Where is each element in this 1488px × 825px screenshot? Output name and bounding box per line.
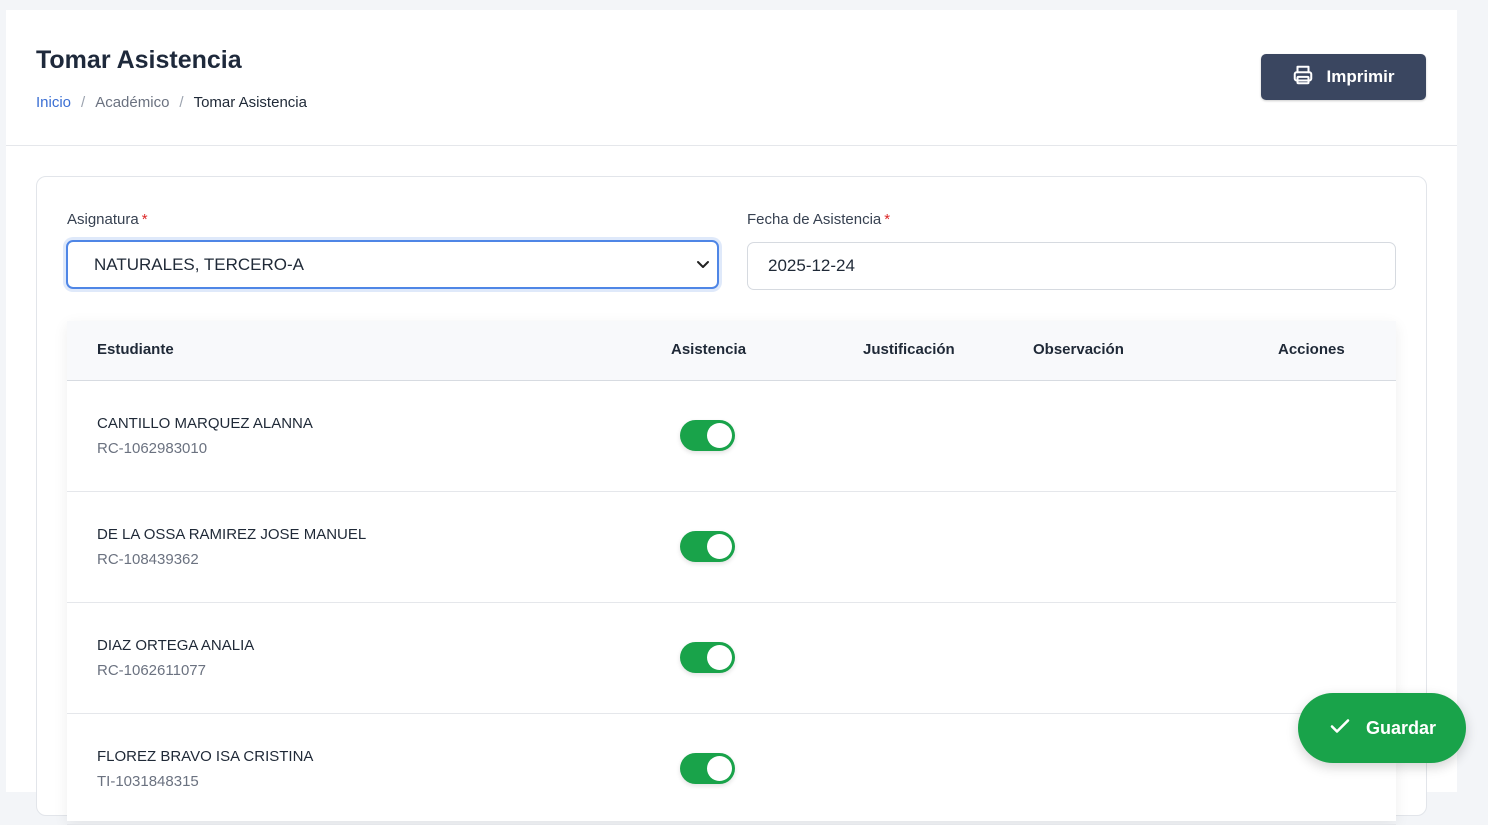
attendance-toggle[interactable] (680, 753, 735, 784)
save-button[interactable]: Guardar (1298, 693, 1466, 763)
breadcrumb-inicio[interactable]: Inicio (36, 94, 71, 111)
toggle-knob (707, 645, 732, 670)
breadcrumb-academico: Académico (95, 94, 170, 111)
attendance-toggle[interactable] (680, 420, 735, 451)
table-row: DE LA OSSA RAMIREZ JOSE MANUEL RC-108439… (67, 492, 1396, 603)
col-justificacion: Justificación (863, 341, 955, 358)
breadcrumb-separator: / (179, 94, 184, 111)
page-header: Tomar Asistencia Inicio / Académico / To… (6, 10, 1457, 146)
date-label-text: Fecha de Asistencia (747, 211, 882, 228)
col-acciones: Acciones (1278, 341, 1345, 358)
breadcrumb-separator: / (81, 94, 86, 111)
table-row: CANTILLO MARQUEZ ALANNA RC-1062983010 (67, 381, 1396, 492)
attendance-table: Estudiante Asistencia Justificación Obse… (67, 321, 1396, 825)
page-title: Tomar Asistencia (36, 46, 242, 74)
col-observacion: Observación (1033, 341, 1124, 358)
chevron-down-icon (695, 256, 711, 272)
toggle-knob (707, 534, 732, 559)
required-mark: * (141, 211, 148, 228)
required-mark: * (884, 211, 891, 228)
student-name: DE LA OSSA RAMIREZ JOSE MANUEL (97, 526, 367, 543)
print-button-label: Imprimir (1326, 67, 1395, 86)
student-document: RC-1062611077 (97, 662, 206, 679)
attendance-toggle[interactable] (680, 531, 735, 562)
subject-label-text: Asignatura (67, 211, 139, 228)
student-name: FLOREZ BRAVO ISA CRISTINA (97, 748, 314, 765)
breadcrumb-current: Tomar Asistencia (193, 94, 307, 111)
breadcrumb: Inicio / Académico / Tomar Asistencia (36, 94, 307, 111)
check-icon (1328, 714, 1352, 743)
table-header: Estudiante Asistencia Justificación Obse… (67, 321, 1396, 381)
subject-select[interactable]: NATURALES, TERCERO-A (66, 240, 719, 289)
attendance-toggle[interactable] (680, 642, 735, 673)
student-name: DIAZ ORTEGA ANALIA (97, 637, 255, 654)
student-document: RC-108439362 (97, 551, 199, 568)
col-estudiante: Estudiante (97, 341, 174, 358)
save-button-label: Guardar (1365, 717, 1437, 738)
print-button[interactable]: Imprimir (1261, 54, 1426, 100)
date-label: Fecha de Asistencia * (747, 211, 890, 228)
col-asistencia: Asistencia (671, 341, 747, 358)
student-document: TI-1031848315 (97, 773, 199, 790)
page: Tomar Asistencia Inicio / Académico / To… (6, 10, 1457, 825)
student-name: CANTILLO MARQUEZ ALANNA (97, 415, 313, 432)
date-input[interactable]: 2025-12-24 (747, 242, 1396, 290)
attendance-card: Asignatura * NATURALES, TERCERO-A Fecha d… (36, 176, 1427, 825)
toggle-knob (707, 423, 732, 448)
table-row: FLOREZ BRAVO ISA CRISTINA TI-1031848315 (67, 714, 1396, 825)
printer-icon (1292, 64, 1314, 91)
table-row: DIAZ ORTEGA ANALIA RC-1062611077 (67, 603, 1396, 714)
student-document: RC-1062983010 (97, 440, 208, 457)
subject-select-value: NATURALES, TERCERO-A (94, 254, 305, 274)
subject-label: Asignatura * (67, 211, 148, 228)
toggle-knob (707, 756, 732, 781)
